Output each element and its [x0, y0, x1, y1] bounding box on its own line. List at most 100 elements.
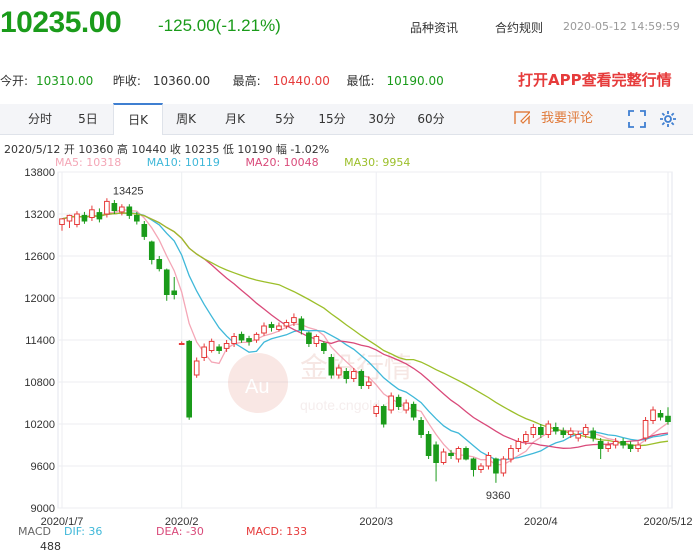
- ma-legend: MA5: 10318 MA10: 10119 MA20: 10048 MA30:…: [55, 156, 432, 169]
- candle-body: [388, 395, 395, 411]
- candle-body: [448, 452, 454, 456]
- candle-body: [238, 333, 245, 341]
- candle-body: [590, 430, 597, 439]
- candle-body: [410, 403, 417, 418]
- candle-body: [253, 333, 260, 341]
- candle-body: [380, 406, 387, 425]
- candle-body: [81, 214, 88, 222]
- ma10-label: MA10: 10119: [146, 156, 220, 169]
- tab-monthly-k[interactable]: 月K: [215, 104, 255, 134]
- candle-body: [665, 415, 671, 423]
- x-tick-label: 2020/5/12: [644, 516, 693, 528]
- prev-label: 昨收:: [112, 74, 141, 88]
- tab-30min[interactable]: 30分: [362, 104, 402, 134]
- candle-body: [321, 343, 327, 351]
- news-link[interactable]: 品种资讯: [410, 19, 458, 36]
- prev-value: 10360.00: [152, 74, 211, 88]
- candle-body: [403, 402, 409, 411]
- candle-body: [306, 332, 312, 344]
- y-tick-label: 9000: [31, 503, 55, 515]
- y-tick-label: 13800: [24, 167, 55, 179]
- candle-body: [186, 340, 193, 418]
- tab-5min[interactable]: 5分: [265, 104, 305, 134]
- comment-button[interactable]: 我要评论: [541, 104, 593, 134]
- candle-body: [463, 448, 469, 460]
- ohlc-info: 2020/5/12 开 10360 高 10440 收 10235 低 1019…: [4, 143, 330, 156]
- candle-body: [395, 396, 402, 407]
- x-tick-label: 2020/4: [524, 516, 558, 528]
- watermark-logo-text: Au: [245, 376, 269, 398]
- rules-link[interactable]: 合约规则: [495, 19, 543, 36]
- watermark: Au 金投行情 quote.cngold.org: [228, 351, 412, 413]
- candle-body: [163, 269, 170, 295]
- tab-fenshi[interactable]: 分时: [20, 104, 60, 134]
- candle-body: [500, 458, 507, 474]
- candle-body: [223, 343, 230, 349]
- candle-body: [335, 367, 342, 376]
- candle-body: [208, 340, 215, 351]
- tab-15min[interactable]: 15分: [312, 104, 352, 134]
- candle-body: [567, 430, 574, 435]
- candle-body: [350, 371, 357, 379]
- ma30-label: MA30: 9954: [344, 156, 411, 169]
- candle-body: [193, 360, 200, 376]
- tab-weekly-k[interactable]: 周K: [166, 104, 206, 134]
- candle-body: [605, 444, 611, 449]
- x-tick-label: 2020/3: [359, 516, 393, 528]
- y-tick-label: 12600: [24, 251, 55, 263]
- candle-body: [126, 206, 133, 216]
- candle-body: [201, 346, 207, 358]
- current-price: 10235.00: [0, 6, 122, 39]
- candles: [59, 198, 671, 483]
- candle-body: [582, 427, 589, 435]
- candle-body: [59, 218, 65, 225]
- y-tick-label: 13200: [24, 209, 55, 221]
- open-app-banner[interactable]: 打开APP查看完整行情: [518, 69, 672, 90]
- candle-body: [343, 371, 350, 379]
- candle-body: [104, 200, 110, 215]
- low-label: 最低:: [346, 74, 375, 88]
- candle-body: [328, 357, 335, 376]
- candle-body: [119, 206, 125, 213]
- tab-60min[interactable]: 60分: [411, 104, 451, 134]
- candle-body: [642, 420, 649, 439]
- candle-body: [425, 434, 432, 456]
- candle-body: [508, 448, 514, 460]
- macd-value: MACD: 133: [246, 525, 308, 538]
- candle-body: [373, 406, 380, 414]
- candle-body: [283, 322, 290, 327]
- y-tick-label: 9600: [31, 461, 55, 473]
- period-tabbar: 分时 5日 日K 周K 月K 5分 15分 30分 60分 我要评论: [0, 103, 693, 135]
- candle-body: [261, 325, 267, 334]
- axis-labels: 13800 13200 12600 12000 11400 10800 10200 9600 9…: [24, 167, 692, 528]
- ma5-label: MA5: 10318: [55, 156, 122, 169]
- fullscreen-icon[interactable]: [628, 110, 646, 128]
- candle-body: [620, 441, 626, 446]
- macd-dif: DIF: 36: [64, 525, 103, 538]
- candle-body: [89, 209, 95, 219]
- candle-body: [433, 444, 439, 463]
- candle-body: [455, 448, 462, 460]
- y-tick-label: 12000: [24, 293, 55, 305]
- candle-body: [552, 427, 559, 432]
- candle-body: [358, 371, 365, 386]
- candle-body: [627, 444, 634, 449]
- macd-axis-value: 488: [40, 540, 61, 553]
- candle-body: [298, 318, 305, 330]
- high-label: 最高:: [232, 74, 261, 88]
- y-tick-label: 10800: [24, 377, 55, 389]
- macd-title: MACD: [18, 525, 51, 538]
- settings-icon[interactable]: [659, 110, 677, 128]
- timestamp: 2020-05-12 14:59:59: [563, 20, 680, 33]
- candle-body: [276, 325, 282, 330]
- candle-body: [545, 423, 552, 435]
- candle-body: [96, 212, 103, 220]
- candle-body: [156, 259, 163, 270]
- tab-5day[interactable]: 5日: [68, 104, 108, 134]
- tab-daily-k[interactable]: 日K: [113, 103, 163, 135]
- low-annotation: 9360: [486, 490, 510, 502]
- candle-body: [575, 434, 582, 439]
- edit-icon[interactable]: [514, 110, 530, 124]
- candle-body: [216, 346, 222, 351]
- candle-body: [635, 444, 641, 449]
